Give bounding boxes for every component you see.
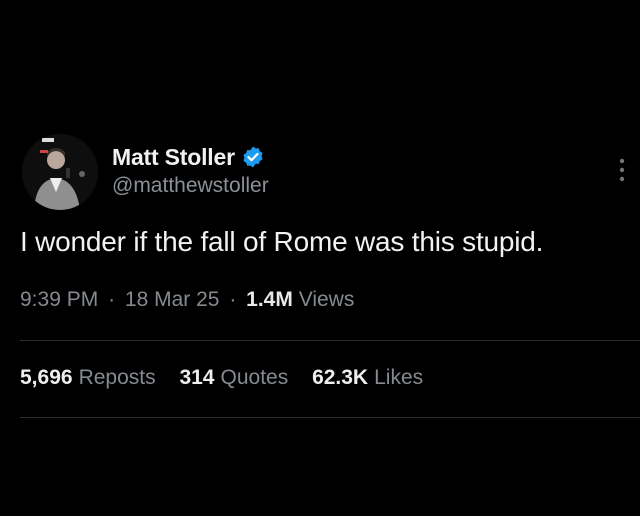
quotes-count: 314 xyxy=(179,366,215,389)
reposts-label: Reposts xyxy=(78,366,156,389)
tweet-text: I wonder if the fall of Rome was this st… xyxy=(20,226,544,257)
user-handle[interactable]: @matthewstoller xyxy=(112,174,269,198)
reposts-stat[interactable]: 5,696 Reposts xyxy=(20,366,156,390)
likes-label: Likes xyxy=(374,366,424,389)
tweet-card: Matt Stoller @matthewstoller I wonder if… xyxy=(0,0,640,516)
likes-stat[interactable]: 62.3K Likes xyxy=(312,366,423,390)
meta-separator: · xyxy=(229,288,237,311)
tweet-time[interactable]: 9:39 PM xyxy=(20,288,98,311)
tweet-date[interactable]: 18 Mar 25 xyxy=(125,288,220,311)
divider xyxy=(20,417,640,418)
verified-badge-icon xyxy=(241,145,265,169)
views-count: 1.4M xyxy=(246,288,293,311)
author-info: Matt Stoller @matthewstoller xyxy=(112,142,269,198)
meta-separator: · xyxy=(108,288,116,311)
display-name-row: Matt Stoller xyxy=(112,142,269,172)
views-label: Views xyxy=(298,288,355,311)
reposts-count: 5,696 xyxy=(20,366,73,389)
engagement-stats: 5,696 Reposts 314 Quotes 62.3K Likes xyxy=(20,366,441,390)
display-name[interactable]: Matt Stoller xyxy=(112,144,235,171)
more-options-icon[interactable] xyxy=(618,157,626,183)
tweet-meta: 9:39 PM · 18 Mar 25 · 1.4M Views xyxy=(20,288,354,312)
avatar-image xyxy=(22,134,98,210)
avatar[interactable] xyxy=(22,134,98,210)
quotes-label: Quotes xyxy=(220,366,289,389)
likes-count: 62.3K xyxy=(312,366,369,389)
quotes-stat[interactable]: 314 Quotes xyxy=(179,366,288,390)
divider xyxy=(20,340,640,341)
